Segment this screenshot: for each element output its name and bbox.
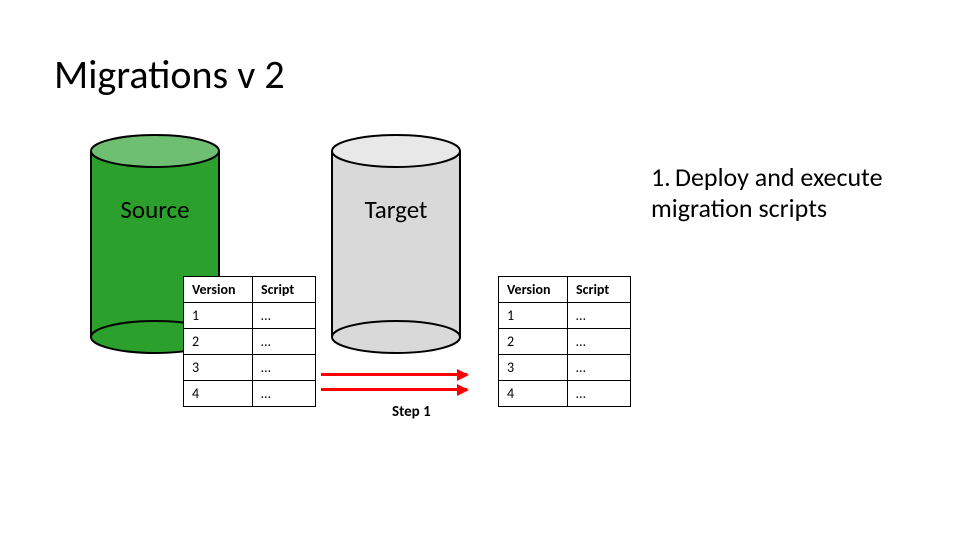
table-row: 1 …	[499, 303, 631, 329]
cell-version: 1	[184, 303, 253, 329]
col-version-header: Version	[499, 277, 568, 303]
step1-arrow-icon	[321, 373, 467, 376]
cylinder-top-icon	[331, 134, 461, 168]
table-row: 4 …	[499, 381, 631, 407]
step-body: Deploy and execute migration scripts	[651, 161, 883, 224]
cell-version: 1	[499, 303, 568, 329]
table-row: 2 …	[184, 329, 316, 355]
table-header-row: Version Script	[184, 277, 316, 303]
cell-script: …	[253, 381, 316, 407]
cell-version: 2	[184, 329, 253, 355]
cell-version: 3	[499, 355, 568, 381]
page-title: Migrations v 2	[54, 50, 285, 99]
col-script-header: Script	[568, 277, 631, 303]
cell-version: 4	[499, 381, 568, 407]
target-label: Target	[331, 194, 461, 225]
cell-version: 3	[184, 355, 253, 381]
cell-script: …	[568, 329, 631, 355]
step1-arrow-label: Step 1	[392, 403, 431, 421]
step1-arrow-icon	[321, 388, 467, 391]
cell-script: …	[253, 303, 316, 329]
step-number: 1.	[651, 162, 675, 193]
source-label: Source	[90, 194, 220, 225]
cell-version: 4	[184, 381, 253, 407]
table-row: 3 …	[499, 355, 631, 381]
target-version-table: Version Script 1 … 2 … 3 … 4 …	[498, 276, 631, 407]
col-script-header: Script	[253, 277, 316, 303]
cell-script: …	[253, 329, 316, 355]
col-version-header: Version	[184, 277, 253, 303]
table-row: 1 …	[184, 303, 316, 329]
cell-script: …	[568, 355, 631, 381]
source-version-table: Version Script 1 … 2 … 3 … 4 …	[183, 276, 316, 407]
cell-script: …	[568, 303, 631, 329]
cylinder-bottom-icon	[331, 320, 461, 354]
table-row: 2 …	[499, 329, 631, 355]
cylinder-top-icon	[90, 134, 220, 168]
table-row: 3 …	[184, 355, 316, 381]
step-description: 1.Deploy and execute migration scripts	[651, 162, 931, 224]
table-header-row: Version Script	[499, 277, 631, 303]
table-row: 4 …	[184, 381, 316, 407]
cell-script: …	[253, 355, 316, 381]
cell-version: 2	[499, 329, 568, 355]
cell-script: …	[568, 381, 631, 407]
